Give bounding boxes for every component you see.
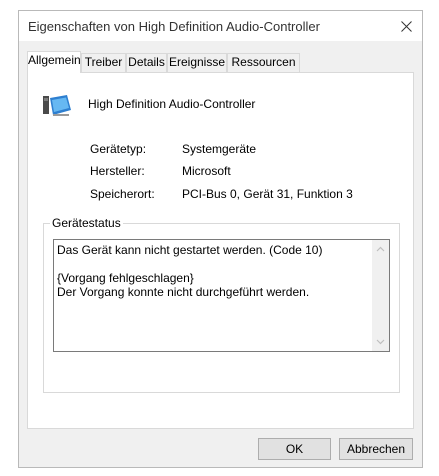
- tab-ressourcen[interactable]: Ressourcen: [227, 53, 300, 72]
- tab-details[interactable]: Details: [126, 53, 167, 72]
- device-name: High Definition Audio-Controller: [88, 97, 256, 111]
- device-status-group: Gerätestatus Das Gerät kann nicht gestar…: [43, 216, 400, 393]
- manufacturer-label: Hersteller:: [90, 164, 145, 178]
- tab-allgemein[interactable]: Allgemein: [27, 51, 81, 73]
- device-status-text: Das Gerät kann nicht gestartet werden. (…: [57, 243, 371, 299]
- location-value: PCI-Bus 0, Gerät 31, Funktion 3: [182, 187, 353, 201]
- status-line: Das Gerät kann nicht gestartet werden. (…: [57, 243, 323, 257]
- device-type-label: Gerätetyp:: [90, 142, 147, 156]
- title-bar[interactable]: Eigenschaften von High Definition Audio-…: [19, 11, 422, 41]
- device-type-value: Systemgeräte: [182, 142, 257, 156]
- vertical-scrollbar[interactable]: [372, 240, 389, 351]
- close-button[interactable]: [390, 11, 422, 41]
- device-status-legend: Gerätestatus: [50, 216, 123, 230]
- scroll-up-icon[interactable]: [376, 245, 385, 254]
- window-title: Eigenschaften von High Definition Audio-…: [28, 19, 320, 34]
- status-line: Der Vorgang konnte nicht durchgeführt we…: [57, 285, 310, 299]
- close-icon: [400, 20, 412, 32]
- location-label: Speicherort:: [90, 187, 155, 201]
- tab-treiber[interactable]: Treiber: [81, 53, 126, 72]
- tab-panel-allgemein: High Definition Audio-Controller Gerätet…: [27, 72, 414, 429]
- scroll-down-icon[interactable]: [376, 337, 385, 346]
- tab-ereignisse[interactable]: Ereignisse: [167, 53, 227, 72]
- status-line: {Vorgang fehlgeschlagen}: [57, 271, 194, 285]
- manufacturer-value: Microsoft: [182, 164, 231, 178]
- audio-device-icon: [43, 95, 71, 116]
- device-status-textbox[interactable]: Das Gerät kann nicht gestartet werden. (…: [53, 239, 390, 352]
- ok-button[interactable]: OK: [258, 438, 331, 460]
- properties-dialog: Eigenschaften von High Definition Audio-…: [18, 10, 423, 468]
- status-line: [57, 257, 371, 271]
- cancel-button[interactable]: Abbrechen: [339, 438, 413, 460]
